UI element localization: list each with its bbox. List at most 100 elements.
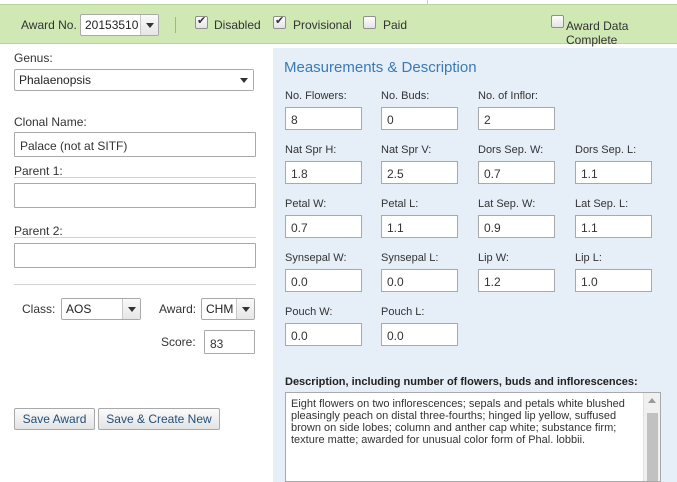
- measurement-label: Lat Sep. L:: [575, 198, 629, 210]
- award-no-label: Award No.: [21, 18, 77, 32]
- measurement-value: 0.0: [387, 275, 404, 289]
- award-toolbar: Award No. 20153510 Disabled Provisional …: [0, 4, 677, 47]
- award-select[interactable]: CHM: [201, 298, 255, 320]
- measurement-value: 1.0: [581, 275, 598, 289]
- class-label: Class:: [22, 302, 56, 316]
- description-scrollbar[interactable]: [643, 393, 660, 481]
- disabled-checkbox[interactable]: [195, 14, 208, 29]
- award-no-value: 20153510: [85, 18, 139, 32]
- measurement-value: 0.9: [484, 221, 501, 235]
- measurement-value: 8: [291, 113, 298, 127]
- measurement-label: Petal L:: [381, 198, 419, 210]
- score-input[interactable]: 83: [204, 330, 255, 354]
- description-label: Description, including number of flowers…: [285, 376, 638, 388]
- measurement-label: Lip W:: [478, 252, 509, 264]
- measurement-input[interactable]: 1.0: [575, 269, 652, 292]
- parent2-input[interactable]: [14, 243, 256, 268]
- measurement-value: 0.0: [387, 329, 404, 343]
- measurement-value: 0.0: [291, 329, 308, 343]
- measurement-input[interactable]: 0.7: [285, 215, 362, 238]
- measurement-input[interactable]: 8: [285, 107, 362, 130]
- chevron-down-icon[interactable]: [236, 299, 254, 319]
- measurement-input[interactable]: 1.1: [381, 215, 458, 238]
- parent2-label: Parent 2:: [14, 224, 63, 238]
- class-select[interactable]: AOS: [61, 298, 141, 320]
- divider: [14, 284, 256, 285]
- paid-checkbox[interactable]: [363, 16, 376, 29]
- award-data-complete-checkbox[interactable]: [551, 15, 564, 28]
- measurement-value: 2: [484, 113, 491, 127]
- measurement-input[interactable]: 1.1: [575, 215, 652, 238]
- scroll-up-arrow-icon[interactable]: [648, 398, 656, 403]
- genus-select[interactable]: Phalaenopsis: [14, 69, 254, 91]
- measurement-input[interactable]: 2: [478, 107, 555, 130]
- award-data-complete-label: Award Data Complete: [566, 19, 629, 47]
- divider: [14, 177, 256, 178]
- measurement-value: 1.1: [581, 167, 598, 181]
- measurement-input[interactable]: 0.7: [478, 161, 555, 184]
- measurement-input[interactable]: 1.1: [575, 161, 652, 184]
- measurements-title: Measurements & Description: [284, 59, 477, 76]
- measurement-label: Lip L:: [575, 252, 602, 264]
- measurement-label: Nat Spr V:: [381, 144, 432, 156]
- measurement-value: 0.7: [291, 221, 308, 235]
- clonal-name-input[interactable]: Palace (not at SITF): [14, 132, 256, 157]
- measurement-input[interactable]: 0.0: [381, 269, 458, 292]
- clonal-name-value: Palace (not at SITF): [20, 139, 128, 153]
- measurement-value: 1.8: [291, 167, 308, 181]
- chevron-down-icon[interactable]: [122, 299, 140, 319]
- measurement-input[interactable]: 1.8: [285, 161, 362, 184]
- award-value: CHM: [206, 302, 234, 316]
- measurement-input[interactable]: 0.0: [381, 323, 458, 346]
- measurement-label: Synsepal L:: [381, 252, 439, 264]
- measurement-label: No. Flowers:: [285, 90, 347, 102]
- measurement-input[interactable]: 0: [381, 107, 458, 130]
- measurement-value: 0.0: [291, 275, 308, 289]
- measurement-value: 1.1: [387, 221, 404, 235]
- description-textarea[interactable]: Eight flowers on two inflorescences; sep…: [285, 392, 661, 482]
- paid-label: Paid: [383, 18, 408, 32]
- measurement-input[interactable]: 0.0: [285, 323, 362, 346]
- measurement-label: Nat Spr H:: [285, 144, 337, 156]
- chevron-down-icon[interactable]: [140, 15, 158, 35]
- parent1-label: Parent 1:: [14, 164, 63, 178]
- description-text: Eight flowers on two inflorescences; sep…: [291, 398, 625, 446]
- save-and-create-new-button[interactable]: Save & Create New: [98, 408, 220, 430]
- measurements-panel: Measurements & Description No. Flowers: 8…: [273, 48, 677, 482]
- save-award-button[interactable]: Save Award: [14, 408, 95, 430]
- measurement-value: 0: [387, 113, 394, 127]
- measurement-label: Petal W:: [285, 198, 327, 210]
- award-label: Award:: [159, 302, 197, 316]
- measurement-label: Lat Sep. W:: [478, 198, 536, 210]
- provisional-checkbox[interactable]: [273, 14, 286, 29]
- measurement-input[interactable]: 0.9: [478, 215, 555, 238]
- clonal-name-label: Clonal Name:: [14, 115, 87, 129]
- score-value: 83: [210, 337, 224, 351]
- measurement-label: Dors Sep. W:: [478, 144, 544, 156]
- chevron-down-icon[interactable]: [235, 70, 253, 90]
- measurement-label: Dors Sep. L:: [575, 144, 637, 156]
- measurement-label: No. of Inflor:: [478, 90, 538, 102]
- measurement-label: Pouch W:: [285, 306, 333, 318]
- measurement-label: No. Buds:: [381, 90, 430, 102]
- class-value: AOS: [66, 302, 92, 316]
- toolbar-divider: [175, 17, 176, 33]
- genus-label: Genus:: [14, 51, 53, 65]
- score-label: Score:: [161, 335, 196, 349]
- parent1-input[interactable]: [14, 183, 256, 208]
- disabled-label: Disabled: [214, 18, 261, 32]
- measurement-input[interactable]: 2.5: [381, 161, 458, 184]
- scroll-thumb[interactable]: [647, 413, 658, 481]
- measurement-input[interactable]: 0.0: [285, 269, 362, 292]
- divider: [14, 237, 256, 238]
- measurement-value: 1.2: [484, 275, 501, 289]
- genus-value: Phalaenopsis: [19, 73, 92, 87]
- measurement-value: 0.7: [484, 167, 501, 181]
- measurement-label: Pouch L:: [381, 306, 425, 318]
- measurement-value: 2.5: [387, 167, 404, 181]
- measurement-value: 1.1: [581, 221, 598, 235]
- measurement-input[interactable]: 1.2: [478, 269, 555, 292]
- award-no-select[interactable]: 20153510: [80, 14, 159, 36]
- measurement-label: Synsepal W:: [285, 252, 347, 264]
- provisional-label: Provisional: [293, 18, 352, 32]
